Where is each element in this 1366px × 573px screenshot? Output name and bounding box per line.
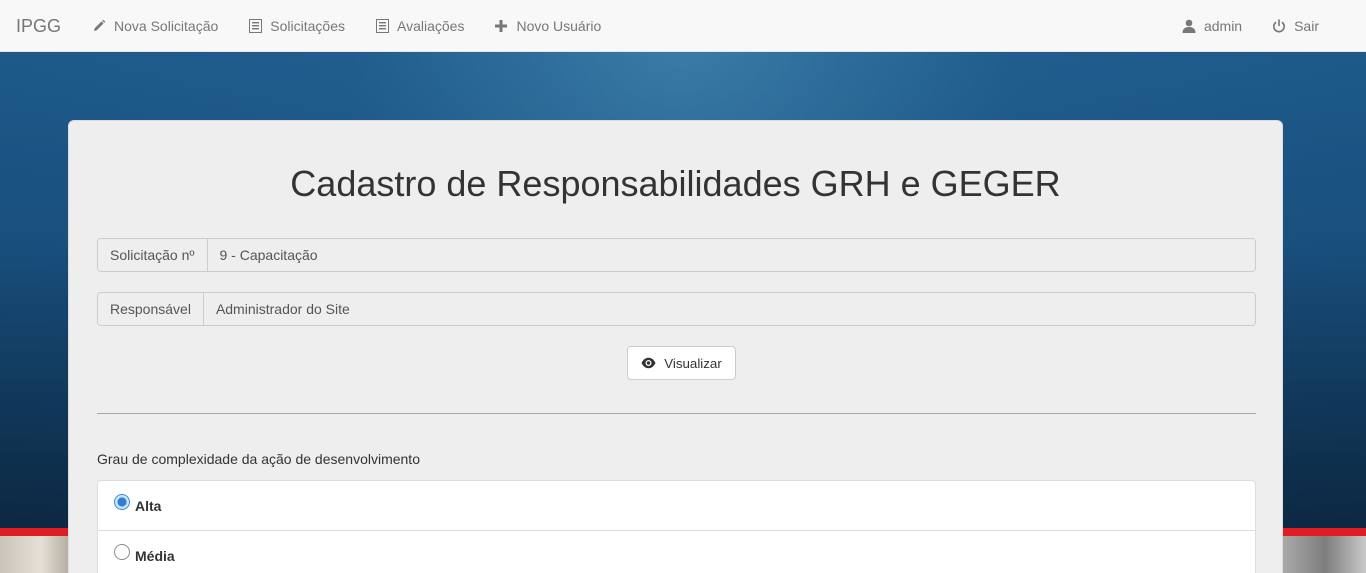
- nav-label: Solicitações: [270, 17, 345, 34]
- radio-alta[interactable]: [114, 493, 130, 510]
- complexity-options: Alta Média: [97, 480, 1256, 573]
- brand-link[interactable]: IPGG: [0, 0, 77, 52]
- pencil-icon: [92, 19, 106, 33]
- responsavel-field: Administrador do Site: [203, 293, 1255, 325]
- option-label: Alta: [135, 497, 162, 514]
- nav-right: admin Sair: [1167, 0, 1366, 51]
- nav-label: Novo Usuário: [516, 17, 602, 34]
- form-panel: Cadastro de Responsabilidades GRH e GEGE…: [68, 120, 1283, 573]
- solicitacao-label: Solicitação nº: [98, 239, 208, 271]
- divider: [97, 413, 1256, 414]
- nav-avaliacoes[interactable]: Avaliações: [360, 0, 479, 52]
- logout-label: Sair: [1294, 17, 1319, 34]
- page-title: Cadastro de Responsabilidades GRH e GEGE…: [290, 163, 1061, 204]
- logout-button[interactable]: Sair: [1257, 0, 1334, 52]
- responsavel-label: Responsável: [98, 293, 204, 325]
- visualizar-label: Visualizar: [664, 355, 722, 371]
- top-navbar: IPGG Nova Solicitação Solicitações Avali…: [0, 0, 1366, 52]
- nav-label: Avaliações: [397, 17, 465, 34]
- solicitacao-group: Solicitação nº 9 - Capacitação: [97, 238, 1256, 272]
- responsavel-group: Responsável Administrador do Site: [97, 292, 1256, 326]
- nav-left: IPGG Nova Solicitação Solicitações Avali…: [0, 0, 616, 51]
- plus-icon: [494, 19, 508, 33]
- visualizar-button[interactable]: Visualizar: [627, 346, 736, 380]
- solicitacao-field: 9 - Capacitação: [207, 239, 1255, 271]
- nav-solicitacoes[interactable]: Solicitações: [233, 0, 360, 52]
- option-label: Média: [135, 547, 175, 564]
- option-alta[interactable]: Alta: [98, 481, 1255, 531]
- nav-nova-solicitacao[interactable]: Nova Solicitação: [77, 0, 233, 52]
- eye-icon: [641, 357, 656, 369]
- user-icon: [1182, 19, 1196, 33]
- nav-novo-usuario[interactable]: Novo Usuário: [479, 0, 616, 52]
- list-icon: [375, 18, 389, 33]
- nav-label: Nova Solicitação: [114, 17, 219, 34]
- radio-media[interactable]: [114, 543, 130, 560]
- complexity-question: Grau de complexidade da ação de desenvol…: [97, 451, 420, 467]
- nav-user[interactable]: admin: [1167, 0, 1257, 52]
- list-icon: [248, 18, 262, 33]
- option-media[interactable]: Média: [98, 531, 1255, 573]
- user-label: admin: [1203, 17, 1243, 34]
- power-icon: [1272, 19, 1286, 33]
